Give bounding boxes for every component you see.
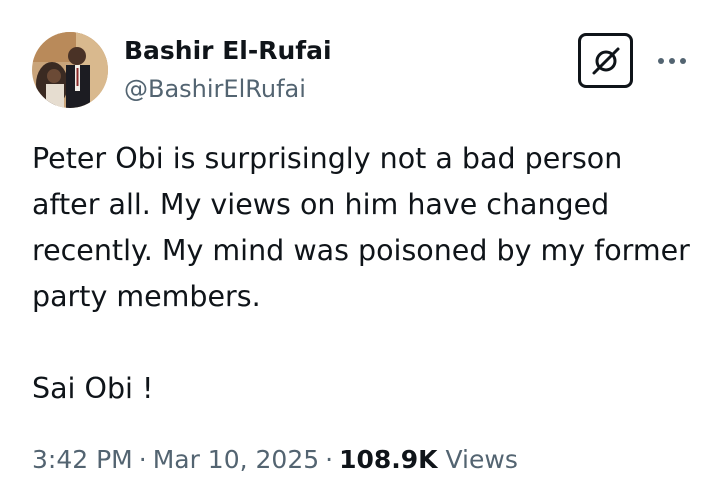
avatar[interactable]: [32, 32, 108, 108]
tweet-paragraph: Sai Obi !: [32, 372, 154, 405]
grok-icon: [592, 47, 619, 74]
tweet-paragraph: Peter Obi is surprisingly not a bad pers…: [32, 142, 690, 313]
grok-button[interactable]: [578, 33, 633, 88]
tweet-meta: 3:42 PM · Mar 10, 2025 · 108.9K Views: [32, 440, 518, 480]
paragraph-spacer: [32, 320, 692, 366]
views-label: Views: [445, 445, 518, 474]
more-dots-icon: [658, 58, 686, 64]
more-options-button[interactable]: [652, 46, 692, 76]
meta-separator: ·: [138, 445, 147, 474]
views-count[interactable]: 108.9K: [339, 445, 437, 474]
tweet-date[interactable]: Mar 10, 2025: [153, 445, 319, 474]
tweet-card: Bashir El-Rufai @BashirElRufai Peter Obi…: [0, 0, 720, 496]
meta-separator: ·: [325, 445, 334, 474]
profile-photo-icon: [32, 32, 108, 108]
user-handle[interactable]: @BashirElRufai: [124, 73, 306, 105]
tweet-text: Peter Obi is surprisingly not a bad pers…: [32, 136, 692, 412]
tweet-time[interactable]: 3:42 PM: [32, 445, 133, 474]
display-name[interactable]: Bashir El-Rufai: [124, 34, 332, 68]
